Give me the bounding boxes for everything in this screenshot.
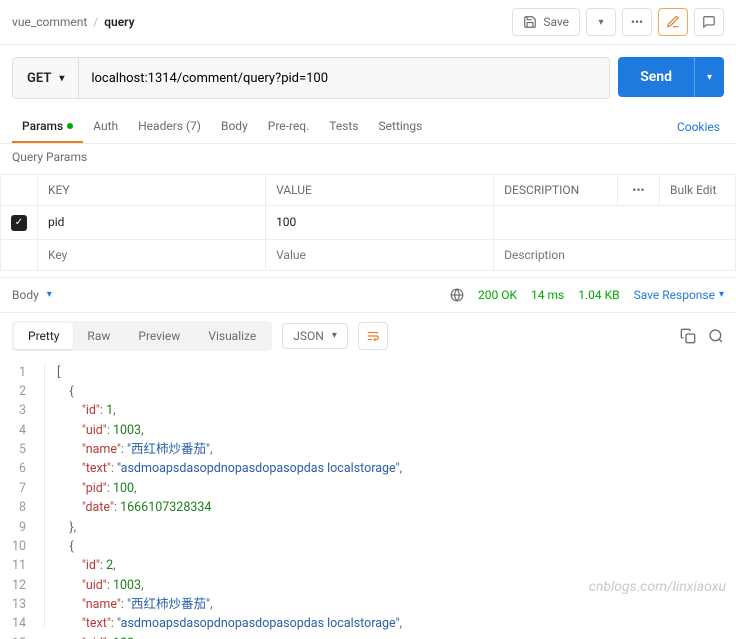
viewer-tab-preview[interactable]: Preview [124,323,194,349]
tab-body[interactable]: Body [211,111,258,143]
chevron-down-icon: ▾ [707,72,712,83]
response-body[interactable]: 123456789101112131415 [ { "id": 1, "uid"… [0,359,736,639]
viewer-tab-raw[interactable]: Raw [73,323,124,349]
response-status: 200 OK [478,288,517,302]
param-key[interactable]: pid [38,206,266,240]
param-key-input[interactable] [48,248,255,262]
chevron-down-icon: ▾ [59,73,64,84]
url-input[interactable] [79,58,609,98]
globe-icon[interactable] [450,288,464,302]
copy-icon[interactable] [680,328,696,344]
param-value-input[interactable] [276,248,483,262]
send-dropdown[interactable]: ▾ [694,57,724,97]
viewer-tabs: Pretty Raw Preview Visualize [12,321,272,351]
wrap-icon [366,329,380,343]
table-row: ✓ pid100 [1,206,736,240]
params-header-value: VALUE [266,175,494,206]
params-header-more[interactable]: ••• [618,175,660,206]
send-button[interactable]: Send [618,57,694,97]
response-time: 14 ms [531,288,564,302]
tab-settings[interactable]: Settings [369,111,433,143]
format-select[interactable]: JSON ▾ [282,323,348,349]
viewer-tab-visualize[interactable]: Visualize [194,323,270,349]
table-row-new [1,239,736,270]
chevron-down-icon: ▾ [47,289,52,300]
params-modified-dot [67,123,73,129]
chevron-down-icon: ▾ [332,330,337,341]
response-tab-body[interactable]: Body ▾ [12,288,52,302]
request-tabs: Params Auth Headers (7) Body Pre-req. Te… [12,111,432,143]
save-label: Save [543,15,569,29]
breadcrumb-separator: / [93,15,98,29]
pencil-icon [666,15,680,29]
method-label: GET [27,71,51,86]
tab-tests[interactable]: Tests [319,111,368,143]
viewer-tab-pretty[interactable]: Pretty [14,323,73,349]
chevron-down-icon: ▾ [719,289,724,300]
breadcrumb: vue_comment / query [12,15,135,29]
param-desc-input[interactable] [504,248,725,262]
search-icon[interactable] [708,328,724,344]
params-header-check [1,175,38,206]
param-value[interactable]: 100 [266,206,494,240]
request-input-group: GET ▾ [12,57,610,99]
breadcrumb-collection[interactable]: vue_comment [12,15,87,29]
tab-auth[interactable]: Auth [83,111,128,143]
edit-button[interactable] [658,8,688,36]
response-size: 1.04 KB [578,288,619,302]
more-options-button[interactable]: ••• [622,8,652,36]
chevron-down-icon: ▾ [598,17,603,28]
code-content[interactable]: [ { "id": 1, "uid": 1003, "name": "西红柿炒番… [44,363,736,627]
save-icon [523,15,537,29]
checkbox-checked[interactable]: ✓ [11,215,27,231]
bulk-edit-link[interactable]: Bulk Edit [660,175,736,206]
more-horizontal-icon: ••• [631,15,643,29]
params-table: KEY VALUE DESCRIPTION ••• Bulk Edit ✓ pid… [0,174,736,271]
save-response-link[interactable]: Save Response▾ [634,288,724,302]
wrap-lines-button[interactable] [358,322,388,350]
comment-icon [702,15,716,29]
save-dropdown[interactable]: ▾ [586,8,616,36]
params-header-desc: DESCRIPTION [494,175,618,206]
param-desc[interactable] [494,206,736,240]
params-header-key: KEY [38,175,266,206]
tab-headers[interactable]: Headers (7) [128,111,211,143]
tab-params[interactable]: Params [12,111,83,143]
comments-button[interactable] [694,8,724,36]
breadcrumb-request[interactable]: query [104,15,134,29]
line-gutter: 123456789101112131415 [0,363,44,627]
tab-prereq[interactable]: Pre-req. [258,111,320,143]
save-button[interactable]: Save [512,8,580,36]
method-select[interactable]: GET ▾ [13,58,79,98]
cookies-link[interactable]: Cookies [673,112,724,142]
query-params-label: Query Params [0,144,736,174]
